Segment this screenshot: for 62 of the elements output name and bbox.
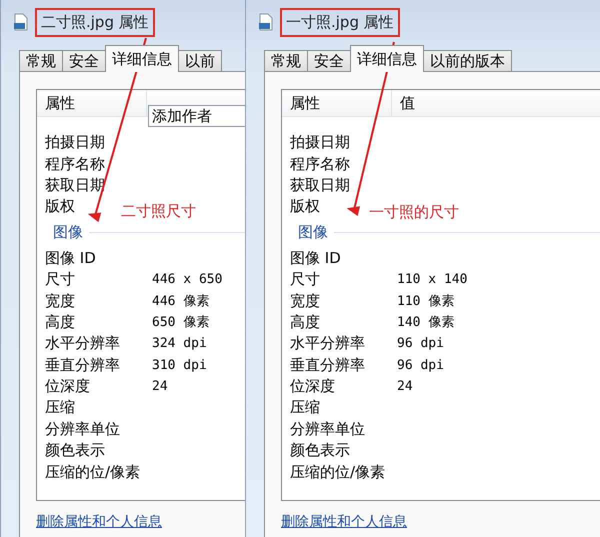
- tab[interactable]: 详细信息: [105, 45, 179, 72]
- tab[interactable]: 以前的版本: [423, 50, 512, 72]
- property-name: 水平分辨率: [45, 334, 120, 354]
- column-header[interactable]: 属性: [282, 90, 392, 116]
- tab[interactable]: 常规: [264, 50, 308, 72]
- property-value: 324 dpi: [152, 336, 207, 352]
- image-file-icon: [13, 13, 29, 31]
- property-name: 水平分辨率: [290, 334, 365, 354]
- property-name: 压缩: [290, 398, 320, 418]
- window-title: 一寸照.jpg 属性: [280, 8, 400, 36]
- remove-properties-link[interactable]: 删除属性和个人信息: [281, 513, 407, 531]
- property-name: 版权: [290, 197, 320, 216]
- property-name: 压缩的位/像素: [290, 462, 386, 482]
- property-value: 110 x 140: [397, 272, 468, 288]
- property-name: 颜色表示: [290, 441, 350, 460]
- property-name: 颜色表示: [45, 441, 105, 460]
- property-value: 24: [152, 379, 168, 394]
- property-name: 位深度: [45, 377, 90, 396]
- column-header[interactable]: 值: [392, 90, 600, 116]
- property-name: 宽度: [45, 292, 75, 311]
- tab[interactable]: 详细信息: [350, 45, 424, 72]
- property-name: 垂直分辨率: [45, 356, 120, 375]
- property-name: 高度: [45, 312, 75, 332]
- property-name: 程序名称: [290, 154, 350, 174]
- property-name: 压缩的位/像素: [45, 462, 140, 482]
- annotation-label: 一寸照的尺寸: [369, 203, 459, 222]
- property-value: 650 像素: [152, 314, 210, 332]
- property-name: 图像 ID: [45, 248, 96, 268]
- property-name: 程序名称: [45, 154, 105, 174]
- window-title: 二寸照.jpg 属性: [35, 8, 155, 36]
- annotation-label: 二寸照尺寸: [121, 202, 196, 221]
- property-name: 获取日期: [290, 176, 350, 195]
- group-header: 图像: [298, 223, 328, 242]
- property-value: 110 像素: [397, 293, 454, 310]
- tab[interactable]: 常规: [19, 50, 63, 72]
- property-value: 140 像素: [397, 314, 454, 332]
- tab[interactable]: 以前: [178, 50, 222, 72]
- group-header: 图像: [53, 223, 83, 242]
- property-value: 96 dpi: [397, 358, 444, 373]
- tab[interactable]: 安全: [62, 50, 106, 72]
- remove-properties-link[interactable]: 删除属性和个人信息: [36, 513, 162, 531]
- property-value: 24: [397, 379, 413, 394]
- property-value: 446 像素: [152, 293, 210, 310]
- property-name: 尺寸: [290, 270, 320, 290]
- property-name: 尺寸: [45, 270, 75, 290]
- property-value: 446 x 650: [152, 272, 222, 288]
- property-name: 图像 ID: [290, 248, 341, 268]
- property-name: 宽度: [290, 292, 320, 311]
- property-name: 位深度: [290, 377, 335, 396]
- property-name: 高度: [290, 312, 320, 332]
- tab[interactable]: 安全: [307, 50, 351, 72]
- property-name: 拍摄日期: [45, 133, 105, 152]
- author-field[interactable]: 添加作者: [148, 105, 245, 127]
- property-name: 分辨率单位: [45, 420, 120, 439]
- image-file-icon: [258, 13, 274, 31]
- property-name: 垂直分辨率: [290, 356, 365, 375]
- property-name: 分辨率单位: [290, 420, 365, 439]
- property-name: 版权: [45, 197, 75, 216]
- property-name: 压缩: [45, 398, 75, 418]
- property-name: 拍摄日期: [290, 133, 350, 152]
- property-value: 310 dpi: [152, 358, 207, 373]
- property-value: 96 dpi: [397, 336, 444, 352]
